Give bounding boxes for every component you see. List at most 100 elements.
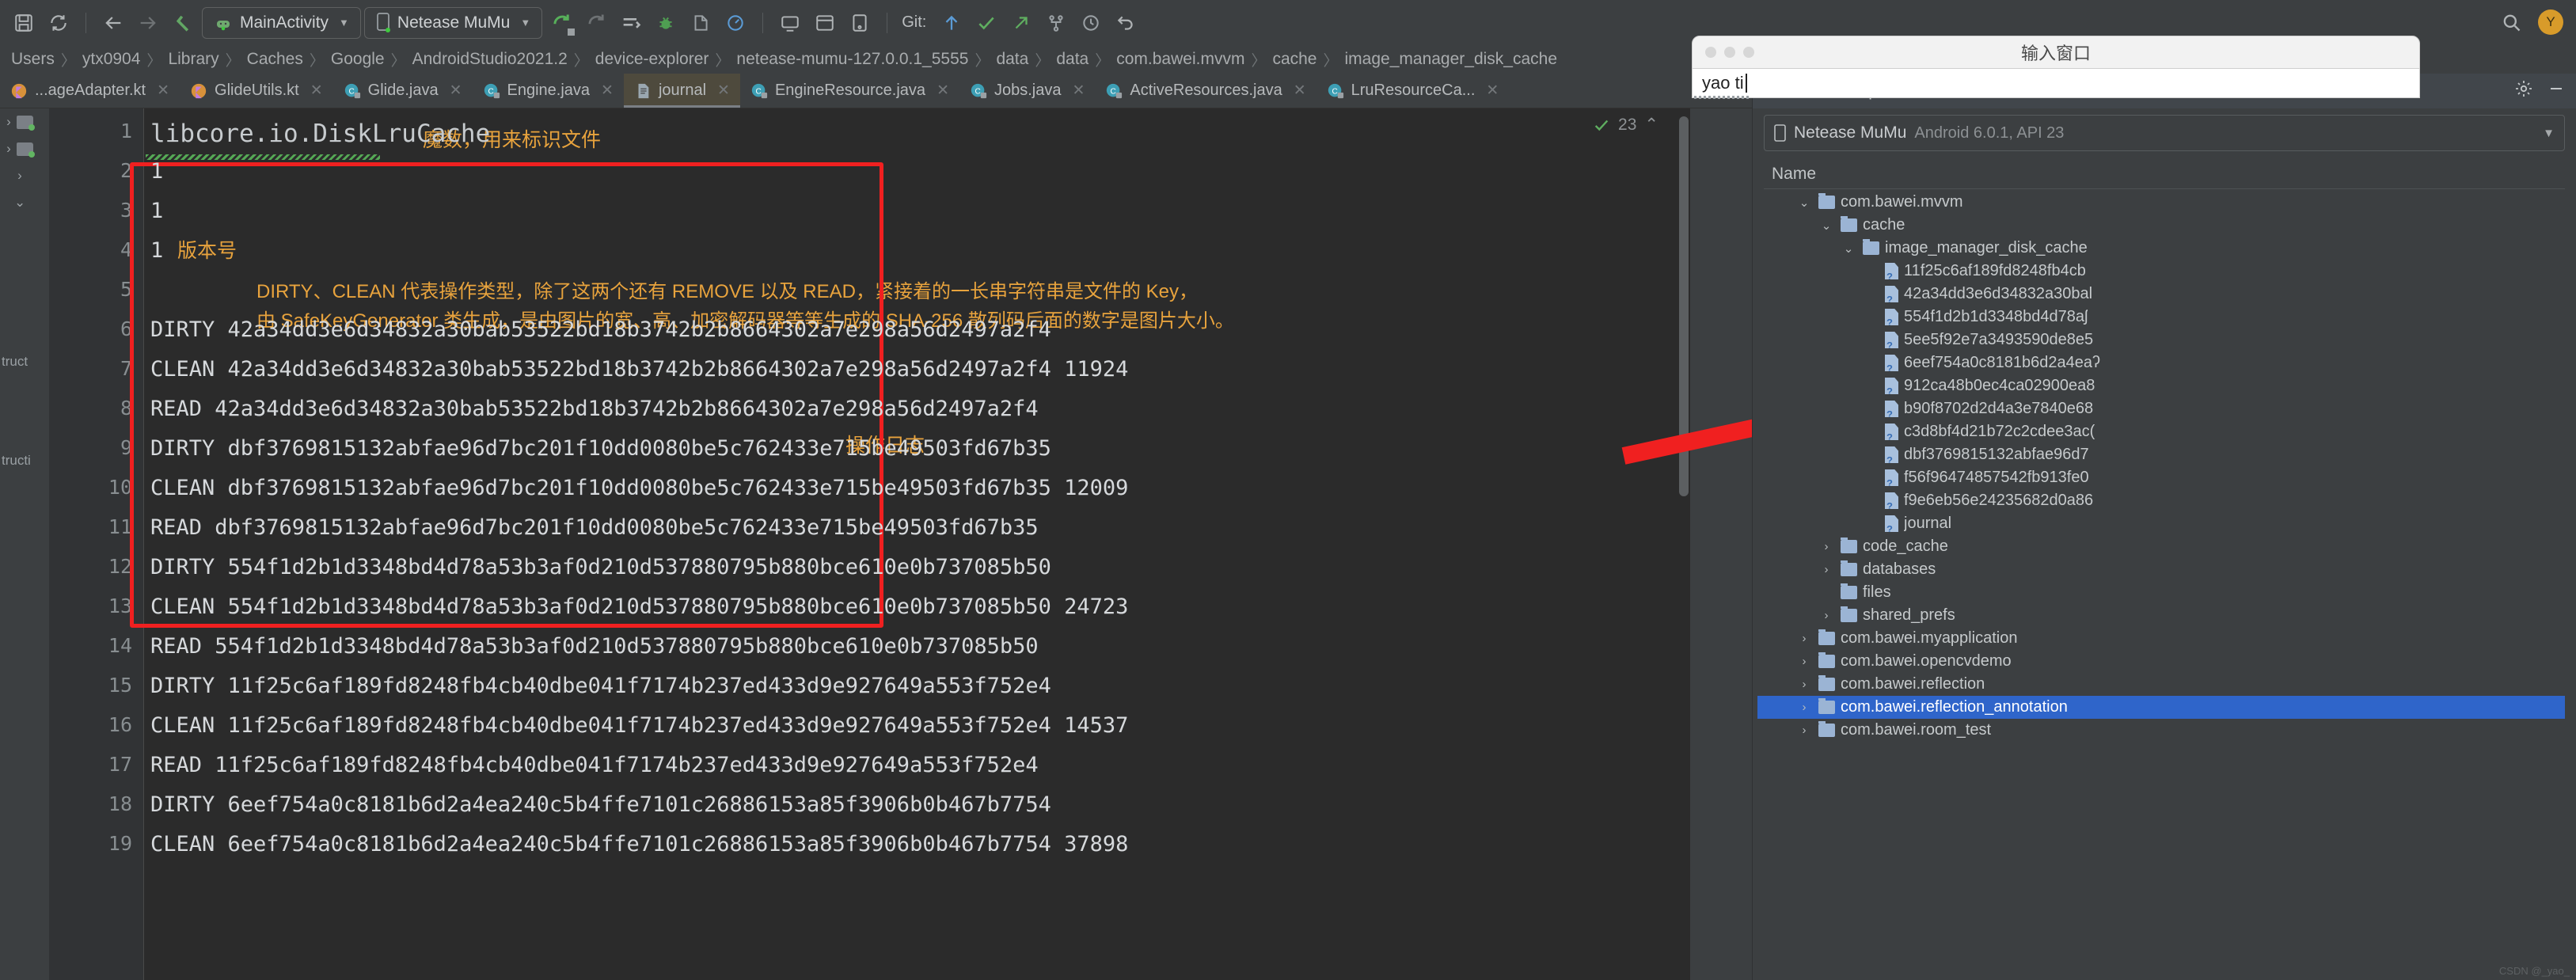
tree-twisty-icon[interactable]: › xyxy=(1818,540,1835,553)
apply-changes-icon[interactable] xyxy=(615,7,647,39)
rerun-button[interactable] xyxy=(580,7,612,39)
tree-twisty-icon[interactable]: ⌄ xyxy=(1840,241,1857,256)
search-icon[interactable] xyxy=(2495,6,2527,38)
close-icon[interactable]: ✕ xyxy=(717,82,730,100)
close-icon[interactable]: ✕ xyxy=(1072,82,1085,100)
close-icon[interactable]: ✕ xyxy=(1294,82,1306,100)
close-icon[interactable]: ✕ xyxy=(450,82,462,100)
breadcrumb-item[interactable]: netease-mumu-127.0.0.1_5555 xyxy=(730,50,975,69)
file-row[interactable]: ›databasesdrwxrw:2023-05 xyxy=(1757,558,2565,581)
close-icon[interactable]: ✕ xyxy=(157,82,169,100)
avatar[interactable]: Y xyxy=(2538,9,2563,35)
editor-tab[interactable]: C EngineResource.java ✕ xyxy=(739,74,959,108)
minimize-icon[interactable] xyxy=(2546,79,2567,103)
jump-to-source-icon[interactable] xyxy=(167,7,199,39)
file-row[interactable]: ›com.bawei.myapplicationdrwxr-›2023-03 xyxy=(1757,627,2565,650)
fold-marker-row[interactable]: › xyxy=(0,162,49,189)
fold-marker-row[interactable]: › xyxy=(0,108,49,135)
file-row[interactable]: 554f1d2b1d3348bd4d78aʃ-rw---·2023-0424.1… xyxy=(1757,306,2565,329)
breadcrumb-item[interactable]: data xyxy=(990,50,1035,69)
ime-input-field[interactable]: yao ti xyxy=(1692,69,2420,98)
avd-manager-icon[interactable] xyxy=(774,7,806,39)
window-controls[interactable] xyxy=(1705,47,1754,58)
file-row[interactable]: ›com.bawei.reflectiondrwxr-›2023-04 xyxy=(1757,673,2565,696)
editor-tab[interactable]: C LruResourceCa... ✕ xyxy=(1316,74,1510,108)
file-row[interactable]: filesdrwxrw:2023-04 xyxy=(1757,581,2565,604)
file-row[interactable]: 42a34dd3e6d34832a30bal-rw---·2023-0411.6… xyxy=(1757,283,2565,306)
close-icon[interactable]: ✕ xyxy=(937,82,949,100)
file-row[interactable]: f56f96474857542fb913fe0-rw---·2023-0430.… xyxy=(1757,466,2565,489)
inspection-status[interactable]: 23 ⌃ xyxy=(1593,115,1658,135)
file-row[interactable]: dbf3769815132abfae96d7-rw---·2023-0411.7… xyxy=(1757,443,2565,466)
editor-tab[interactable]: C ActiveResources.java ✕ xyxy=(1095,74,1316,108)
fold-marker-row[interactable]: › xyxy=(0,135,49,162)
breadcrumb-item[interactable]: Caches xyxy=(241,50,310,69)
device-dropdown[interactable]: Netease MuMu Android 6.0.1, API 23 ▼ xyxy=(1764,115,2565,151)
run-configuration-selector[interactable]: MainActivity ▼ xyxy=(202,6,361,39)
git-update-icon[interactable] xyxy=(936,7,967,39)
tree-twisty-icon[interactable]: ⌄ xyxy=(1795,196,1813,210)
code-editor[interactable]: 1 2 3 4 5 6 7 8 9 10 11 12 13 14 15 16 17 18 19 魔数，用来标识文件 … xyxy=(49,108,1690,980)
code-area[interactable]: 魔数，用来标识文件 版本号 DIRTY、CLEAN 代表操作类型，除了这两个还有… xyxy=(130,108,1690,980)
editor-tab[interactable]: C Engine.java ✕ xyxy=(472,74,624,108)
column-header[interactable]: Name xyxy=(1764,159,2576,188)
breadcrumb-item[interactable]: image_manager_disk_cache xyxy=(1339,50,1564,69)
file-row[interactable]: journal-rw---·2023-042.9 KB xyxy=(1757,512,2565,535)
tree-twisty-icon[interactable]: › xyxy=(1795,632,1813,645)
breadcrumb-item[interactable]: Users xyxy=(5,50,61,69)
file-row[interactable]: f9e6eb56e24235682d0a86-rw---·2023-0478.7… xyxy=(1757,489,2565,512)
sync-project-icon[interactable] xyxy=(43,7,74,39)
file-row[interactable]: ›shared_prefsdrwxrw:2023-05 xyxy=(1757,604,2565,627)
file-row[interactable]: c3d8bf4d21b72c2cdee3ac(-rw---·2023-0442.… xyxy=(1757,420,2565,443)
file-row[interactable]: 912ca48b0ec4ca02900ea8-rw---·2023-0465.5… xyxy=(1757,374,2565,397)
device-selector[interactable]: Netease MuMu ▼ xyxy=(363,6,543,39)
file-row[interactable]: 5ee5f92e7a3493590de8e5-rw---·2023-04117.… xyxy=(1757,329,2565,351)
git-branches-icon[interactable] xyxy=(1040,7,1072,39)
file-row[interactable]: 11f25c6af189fd8248fb4cb-rw---·2023-0414.… xyxy=(1757,260,2565,283)
sdk-manager-icon[interactable] xyxy=(809,7,841,39)
attach-debugger-icon[interactable] xyxy=(685,7,716,39)
debug-icon[interactable] xyxy=(650,7,682,39)
tree-twisty-icon[interactable]: › xyxy=(1818,609,1835,622)
file-row-selected[interactable]: ›com.bawei.reflection_annotationdrwxr-›2… xyxy=(1757,696,2565,719)
undo-icon[interactable] xyxy=(1110,7,1142,39)
file-row[interactable]: ⌄com.bawei.mvvmdrwxr-›2023-05 xyxy=(1757,191,2565,214)
editor-tab[interactable]: journal ✕ xyxy=(623,74,740,108)
chevron-up-icon[interactable]: ⌃ xyxy=(1644,115,1658,135)
editor-tab[interactable]: GlideUtils.kt ✕ xyxy=(180,74,333,108)
device-manager-icon[interactable] xyxy=(844,7,876,39)
file-row[interactable]: ›code_cachedrwxrw:2023-04 xyxy=(1757,535,2565,558)
run-button[interactable] xyxy=(545,7,577,39)
profiler-icon[interactable] xyxy=(720,7,751,39)
git-commit-icon[interactable] xyxy=(971,7,1002,39)
breadcrumb-item[interactable]: ytx0904 xyxy=(76,50,147,69)
editor-tab[interactable]: ...ageAdapter.kt ✕ xyxy=(0,74,180,108)
file-row[interactable]: b90f8702d2d4a3e7840e68-rw---·2023-04104 … xyxy=(1757,397,2565,420)
breadcrumb-item[interactable]: com.bawei.mvvm xyxy=(1110,50,1251,69)
breadcrumb-item[interactable]: AndroidStudio2021.2 xyxy=(406,50,574,69)
history-icon[interactable] xyxy=(1075,7,1107,39)
breadcrumb-item[interactable]: data xyxy=(1050,50,1095,69)
breadcrumb-item[interactable]: device-explorer xyxy=(589,50,716,69)
file-row[interactable]: ⌄image_manager_disk_cachedrwx--·2023-04 xyxy=(1757,237,2565,260)
file-row[interactable]: 6eef754a0c8181b6d2a4eaʔ-rw---·2023-0437 … xyxy=(1757,351,2565,374)
fold-marker-row[interactable]: ⌄ xyxy=(0,189,49,216)
gear-icon[interactable] xyxy=(2514,79,2533,103)
breadcrumb-item[interactable]: Library xyxy=(161,50,225,69)
file-row[interactable]: ⌄cachedrwxrw:2023-04 xyxy=(1757,214,2565,237)
close-icon[interactable]: ✕ xyxy=(310,82,323,100)
forward-arrow-icon[interactable] xyxy=(132,7,164,39)
tree-twisty-icon[interactable]: ⌄ xyxy=(1818,218,1835,233)
file-row[interactable]: ›com.bawei.room_testdrwxr-›2023-04 xyxy=(1757,719,2565,742)
tree-twisty-icon[interactable]: › xyxy=(1795,678,1813,691)
breadcrumb-item[interactable]: Google xyxy=(325,50,391,69)
editor-tab[interactable]: C Glide.java ✕ xyxy=(332,74,473,108)
editor-tab[interactable]: C Jobs.java ✕ xyxy=(959,74,1096,108)
save-all-icon[interactable] xyxy=(8,7,40,39)
tree-twisty-icon[interactable]: › xyxy=(1795,701,1813,714)
close-icon[interactable]: ✕ xyxy=(601,82,614,100)
back-arrow-icon[interactable] xyxy=(97,7,129,39)
file-row[interactable]: ›com.bawei.opencvdemodrwxr-›2023-04 xyxy=(1757,650,2565,673)
tree-twisty-icon[interactable]: › xyxy=(1795,655,1813,668)
close-icon[interactable]: ✕ xyxy=(1486,82,1499,100)
